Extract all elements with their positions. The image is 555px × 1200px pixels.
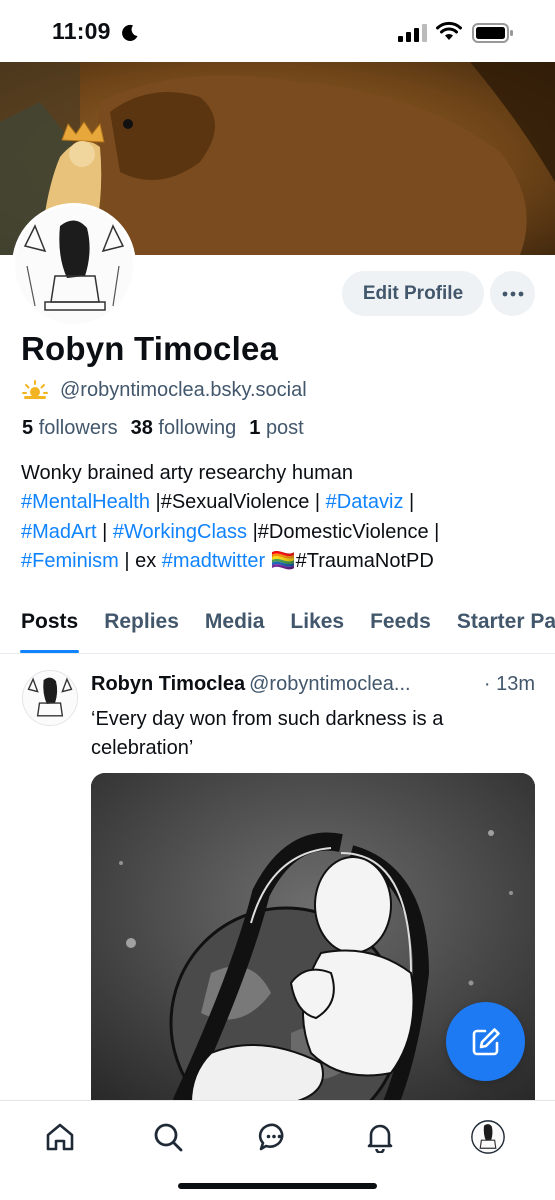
compose-icon <box>472 1027 500 1055</box>
bio-text: | ex <box>118 549 162 572</box>
tab-starter-packs[interactable]: Starter Packs <box>457 598 555 653</box>
nav-search[interactable] <box>150 1119 186 1155</box>
bio-text: | <box>96 520 113 543</box>
profile-tabs: Posts Replies Media Likes Feeds Starter … <box>0 598 555 654</box>
post-author-avatar[interactable] <box>22 670 78 726</box>
signal-icon <box>398 24 427 42</box>
avatar <box>471 1120 505 1154</box>
moon-icon <box>122 24 138 41</box>
wifi-icon <box>436 21 462 40</box>
bio-text: |#SexualViolence | <box>149 491 326 514</box>
profile-avatar[interactable] <box>12 203 136 327</box>
post-author-name[interactable]: Robyn Timoclea <box>91 673 245 695</box>
home-indicator <box>178 1183 377 1189</box>
hashtag-link[interactable]: #MentalHealth <box>21 491 150 513</box>
display-name: Robyn Timoclea <box>21 330 279 367</box>
followers-link[interactable]: 5 followers <box>22 417 118 440</box>
bio-text: |#DomesticViolence | <box>247 520 440 543</box>
followers-count: 5 <box>22 417 34 439</box>
search-icon <box>154 1123 183 1152</box>
hashtag-link[interactable]: #WorkingClass <box>113 521 247 543</box>
post-text: ‘Every day won from such darkness is a c… <box>91 708 444 759</box>
bell-icon <box>367 1124 393 1153</box>
following-count: 38 <box>130 417 153 439</box>
post-timestamp[interactable]: · 13m <box>484 673 535 696</box>
nav-profile[interactable] <box>470 1119 506 1155</box>
hashtag-link[interactable]: #Dataviz <box>326 491 404 513</box>
hashtag-link[interactable]: #madtwitter <box>162 550 265 572</box>
tab-replies[interactable]: Replies <box>104 598 179 653</box>
tab-media[interactable]: Media <box>205 598 265 653</box>
posts-label: post <box>265 417 304 439</box>
following-label: following <box>158 417 237 439</box>
bio-text: 🏳️‍🌈#TraumaNotPD <box>265 549 434 572</box>
profile-handle: @robyntimoclea.bsky.social <box>60 378 307 401</box>
nav-home[interactable] <box>42 1119 78 1155</box>
posts-count: 1 <box>249 417 261 439</box>
status-bar: 11:09 <box>0 0 555 62</box>
avatar-illustration <box>15 206 133 324</box>
compose-button[interactable] <box>446 1002 525 1081</box>
ellipsis-icon <box>502 291 523 296</box>
nav-notifications[interactable] <box>362 1119 398 1155</box>
posts-stat: 1 post <box>249 417 304 440</box>
battery-icon <box>472 23 513 43</box>
more-options-button[interactable] <box>490 271 535 316</box>
hashtag-link[interactable]: #MadArt <box>21 521 97 543</box>
edit-profile-button[interactable]: Edit Profile <box>342 271 484 316</box>
profile-bio: Wonky brained arty researchy human #Ment… <box>21 459 546 576</box>
bio-text: Wonky brained arty researchy human <box>21 462 354 484</box>
profile-stats: 5 followers 38 following 1 post <box>22 417 317 440</box>
home-icon <box>46 1123 74 1151</box>
post-header: Robyn Timoclea @robyntimoclea... <box>91 673 541 696</box>
followers-label: followers <box>38 417 118 439</box>
avatar-illustration <box>23 671 77 725</box>
tab-posts[interactable]: Posts <box>19 598 80 653</box>
sun-behind-cloud-icon <box>22 380 48 399</box>
tab-likes[interactable]: Likes <box>290 598 344 653</box>
nav-chat[interactable] <box>256 1119 292 1155</box>
bio-text: | <box>403 491 415 514</box>
chat-icon <box>258 1123 284 1151</box>
hashtag-link[interactable]: #Feminism <box>21 550 119 572</box>
tab-feeds[interactable]: Feeds <box>370 598 431 653</box>
following-link[interactable]: 38 following <box>131 417 237 440</box>
handle-row: @robyntimoclea.bsky.social <box>22 377 307 403</box>
status-time: 11:09 <box>52 18 111 44</box>
post-author-handle[interactable]: @robyntimoclea... <box>249 673 410 695</box>
